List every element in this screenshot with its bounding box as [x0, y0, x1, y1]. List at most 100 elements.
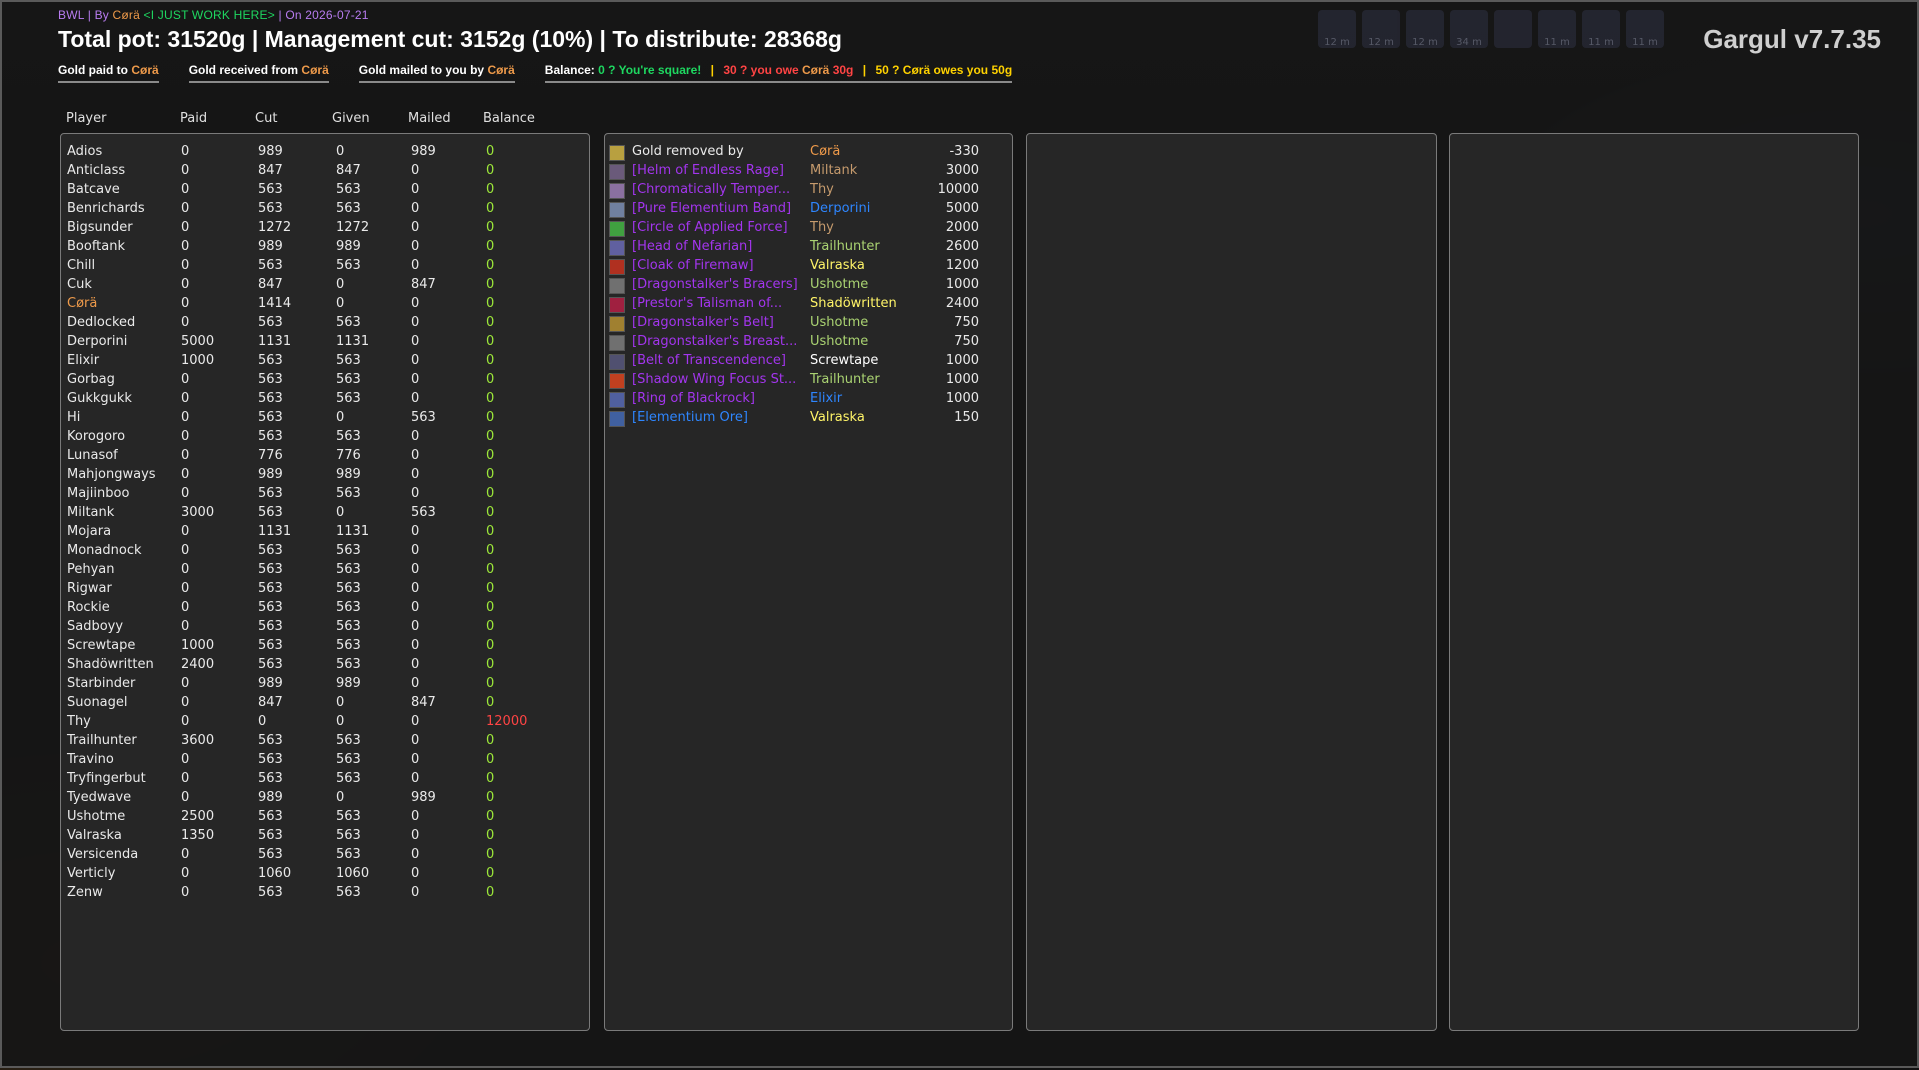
cell-paid: 0 [181, 429, 190, 444]
item-link[interactable]: [Chromatically Temper... [632, 182, 790, 197]
tab-gold-received[interactable]: Gold received from Cørä [188, 63, 329, 83]
winner-name: Thy [810, 182, 834, 197]
cell-cut: 1131 [258, 524, 292, 539]
cell-balance: 0 [486, 790, 495, 805]
list-item[interactable]: [Dragonstalker's Breast... Ushotme 750 [609, 334, 1009, 353]
cell-balance: 0 [486, 809, 495, 824]
list-item[interactable]: [Circle of Applied Force] Thy 2000 [609, 220, 1009, 239]
list-item[interactable]: [Belt of Transcendence] Screwtape 1000 [609, 353, 1009, 372]
item-link[interactable]: [Dragonstalker's Bracers] [632, 277, 798, 292]
cell-given: 563 [336, 771, 361, 786]
ring-icon [609, 221, 625, 237]
item-link[interactable]: [Circle of Applied Force] [632, 220, 788, 235]
buff-icon[interactable]: 11 m [1582, 10, 1620, 48]
list-item[interactable]: Gold removed by Cørä -330 [609, 144, 1009, 163]
buff-icon[interactable]: 34 m [1450, 10, 1488, 48]
cell-balance: 0 [486, 277, 495, 292]
header-balance[interactable]: Balance [483, 111, 535, 126]
cell-name: Cørä [67, 296, 98, 311]
cell-cut: 563 [258, 809, 283, 824]
item-link[interactable]: [Dragonstalker's Belt] [632, 315, 774, 330]
cell-given: 563 [336, 182, 361, 197]
list-item[interactable]: [Head of Nefarian] Trailhunter 2600 [609, 239, 1009, 258]
list-item[interactable]: [Pure Elementium Band] Derporini 5000 [609, 201, 1009, 220]
item-link[interactable]: Gold removed by [632, 144, 744, 159]
cell-name: Zenw [67, 885, 103, 900]
cell-mailed: 0 [411, 562, 420, 577]
cell-cut: 1060 [258, 866, 292, 881]
list-item[interactable]: [Ring of Blackrock] Elixir 1000 [609, 391, 1009, 410]
cell-paid: 0 [181, 866, 190, 881]
buff-icon[interactable]: 12 m [1362, 10, 1400, 48]
cell-mailed: 0 [411, 638, 420, 653]
buff-icon[interactable]: 12 m [1318, 10, 1356, 48]
cell-mailed: 0 [411, 220, 420, 235]
header-given[interactable]: Given [332, 111, 370, 126]
gold-amount: 3000 [945, 163, 979, 178]
cell-cut: 1272 [258, 220, 292, 235]
cell-name: Anticlass [67, 163, 126, 178]
item-link[interactable]: [Prestor's Talisman of... [632, 296, 782, 311]
buff-icon[interactable]: 11 m [1626, 10, 1664, 48]
list-item[interactable]: [Cloak of Firemaw] Valraska 1200 [609, 258, 1009, 277]
cell-mailed: 0 [411, 866, 420, 881]
loot-log-panel[interactable]: Gold removed by Cørä -330 [Helm of Endless … [604, 133, 1013, 1031]
player-ledger-panel[interactable]: Adios 0 989 0 989 0 Anticlass 0 847 847 0 0 Batcave 0… [60, 133, 590, 1031]
cell-mailed: 847 [411, 695, 436, 710]
cell-name: Adios [67, 144, 103, 159]
list-item[interactable]: [Elementium Ore] Valraska 150 [609, 410, 1009, 429]
cell-given: 1272 [336, 220, 370, 235]
cell-balance: 0 [486, 771, 495, 786]
list-item[interactable]: [Chromatically Temper... Thy 10000 [609, 182, 1009, 201]
list-item[interactable]: [Prestor's Talisman of... Shadöwritten 240… [609, 296, 1009, 315]
cell-balance: 0 [486, 163, 495, 178]
cell-balance: 0 [486, 733, 495, 748]
cell-balance: 12000 [486, 714, 528, 729]
cell-name: Derporini [67, 334, 128, 349]
staff-icon [609, 373, 625, 389]
raid-name: BWL [58, 8, 85, 22]
item-link[interactable]: [Dragonstalker's Breast... [632, 334, 797, 349]
item-link[interactable]: [Helm of Endless Rage] [632, 163, 784, 178]
cell-cut: 563 [258, 505, 283, 520]
item-link[interactable]: [Shadow Wing Focus St... [632, 372, 796, 387]
cell-paid: 0 [181, 163, 190, 178]
cell-mailed: 0 [411, 486, 420, 501]
cell-mailed: 0 [411, 809, 420, 824]
cell-mailed: 0 [411, 771, 420, 786]
item-link[interactable]: [Ring of Blackrock] [632, 391, 755, 406]
cell-cut: 989 [258, 467, 283, 482]
item-link[interactable]: [Belt of Transcendence] [632, 353, 786, 368]
header-cut[interactable]: Cut [255, 111, 277, 126]
header-mailed[interactable]: Mailed [408, 111, 451, 126]
item-link[interactable]: [Pure Elementium Band] [632, 201, 791, 216]
cell-name: Majiinboo [67, 486, 130, 501]
cell-given: 563 [336, 429, 361, 444]
list-item[interactable]: [Dragonstalker's Belt] Ushotme 750 [609, 315, 1009, 334]
item-link[interactable]: [Head of Nefarian] [632, 239, 752, 254]
cell-paid: 0 [181, 600, 190, 615]
cell-paid: 0 [181, 296, 190, 311]
cell-mailed: 0 [411, 676, 420, 691]
list-item[interactable]: [Shadow Wing Focus St... Trailhunter 1000 [609, 372, 1009, 391]
buff-icon[interactable] [1494, 10, 1532, 48]
cell-given: 563 [336, 353, 361, 368]
tab-gold-mailed[interactable]: Gold mailed to you by Cørä [358, 63, 515, 83]
cell-name: Trailhunter [67, 733, 137, 748]
cell-given: 1131 [336, 334, 370, 349]
header-player[interactable]: Player [66, 111, 106, 126]
item-link[interactable]: [Elementium Ore] [632, 410, 748, 425]
tab-gold-paid[interactable]: Gold paid to Cørä [58, 63, 159, 83]
cell-paid: 0 [181, 714, 190, 729]
buff-timer: 11 m [1588, 37, 1614, 48]
cell-given: 1060 [336, 866, 370, 881]
tab-balance[interactable]: Balance: 0 ? You're square! | 30 ? you o… [544, 63, 1013, 83]
buff-icon[interactable]: 11 m [1538, 10, 1576, 48]
list-item[interactable]: [Helm of Endless Rage] Miltank 3000 [609, 163, 1009, 182]
buff-icon[interactable]: 12 m [1406, 10, 1444, 48]
item-link[interactable]: [Cloak of Firemaw] [632, 258, 754, 273]
cell-given: 563 [336, 885, 361, 900]
cell-cut: 563 [258, 828, 283, 843]
header-paid[interactable]: Paid [180, 111, 207, 126]
list-item[interactable]: [Dragonstalker's Bracers] Ushotme 1000 [609, 277, 1009, 296]
